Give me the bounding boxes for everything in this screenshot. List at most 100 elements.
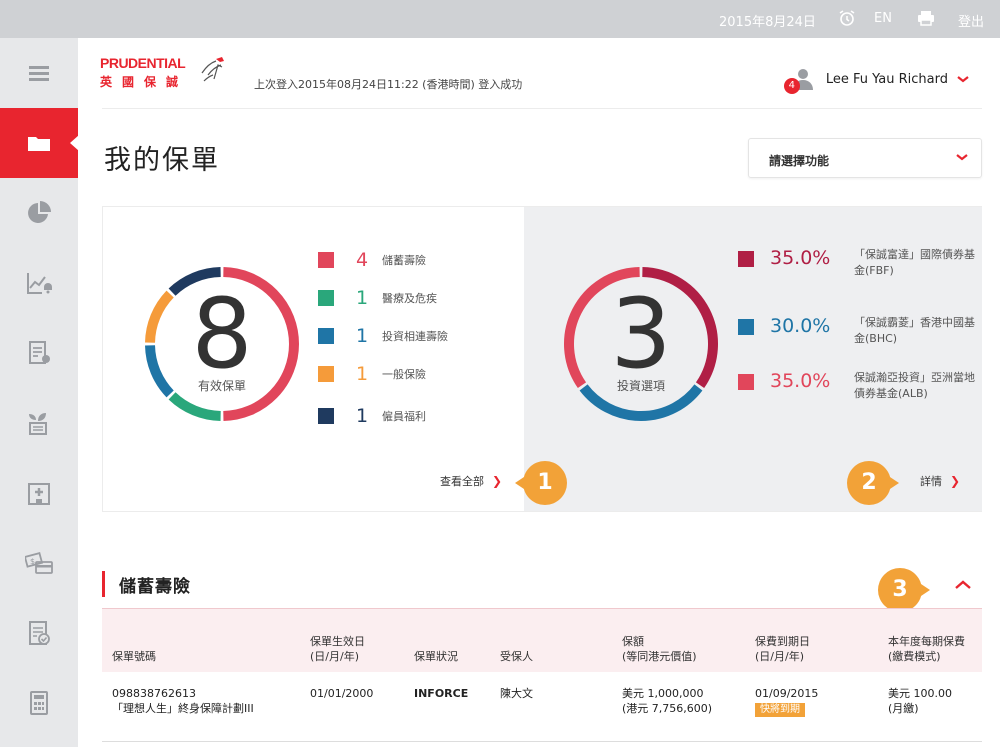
- summary-panel: 8 有效保單 4 儲蓄壽險 1 醫療及危疾 1 投資相連壽險 1 一般保險 1 …: [102, 206, 982, 512]
- policy-segment-1: [168, 392, 221, 421]
- callout-number: 1: [523, 461, 567, 505]
- th-insured: 受保人: [500, 650, 533, 663]
- legend-label: 一般保險: [382, 368, 426, 381]
- header-divider: [102, 108, 982, 109]
- brand-name-cn: 英國保誠: [100, 75, 189, 89]
- sidebar-item-medical[interactable]: [0, 458, 78, 528]
- legend-item-savings[interactable]: 4 儲蓄壽險: [318, 249, 426, 271]
- legend-item-employee[interactable]: 1 僱員福利: [318, 405, 426, 427]
- legend-count: 4: [356, 249, 369, 271]
- chevron-up-icon[interactable]: [954, 578, 972, 590]
- legend-label: 僱員福利: [382, 410, 426, 423]
- top-bar: 2015年8月24日 EN 登出: [0, 0, 1000, 38]
- legend-label: 投資相連壽險: [382, 330, 448, 343]
- legend-item-general[interactable]: 1 一般保險: [318, 363, 426, 385]
- cell-policy: 098838762613 「理想人生」終身保障計劃III: [112, 686, 254, 716]
- investment-total: 3: [610, 278, 672, 390]
- sidebar-item-alerts[interactable]: [0, 248, 78, 318]
- view-all-link[interactable]: 查看全部 ❯: [440, 473, 502, 489]
- cell-sum-insured: 美元 1,000,000 (港元 7,756,600): [622, 687, 713, 715]
- legend-count: 1: [356, 287, 369, 309]
- fund-item-bhc[interactable]: 30.0% 「保誠霸菱」香港中國基金(BHC): [738, 315, 978, 347]
- section-header: 儲蓄壽險: [102, 570, 191, 598]
- fund-swatch: [738, 374, 754, 390]
- sidebar: $: [0, 38, 79, 747]
- prudential-logo[interactable]: PRUDENTIAL 英國保誠: [100, 55, 230, 95]
- alarm-clock-icon[interactable]: [838, 9, 856, 31]
- chevron-down-icon: [956, 154, 968, 161]
- plant-doc-icon: [29, 413, 47, 435]
- plan-name: 「理想人生」終身保障計劃III: [112, 702, 254, 715]
- user-menu[interactable]: 4 Lee Fu Yau Richard: [783, 64, 970, 94]
- policy-number: 098838762613: [112, 687, 196, 700]
- function-select[interactable]: 請選擇功能: [748, 138, 982, 178]
- fund-item-fbf[interactable]: 35.0% 「保誠富達」國際債券基金(FBF): [738, 247, 978, 279]
- legend-item-medical[interactable]: 1 醫療及危疾: [318, 287, 437, 309]
- hospital-icon: [28, 483, 50, 505]
- th-sum-insured: 保額 (等同港元價值): [622, 635, 697, 663]
- function-select-value: 請選擇功能: [769, 154, 830, 168]
- investment-donut: 3 投資選項: [562, 265, 720, 423]
- chevron-right-icon: ❯: [950, 474, 961, 488]
- section-accent-bar: [102, 571, 105, 597]
- policy-donut: 8 有效保單: [143, 265, 301, 423]
- sidebar-item-portfolio[interactable]: [0, 178, 78, 248]
- policy-total-label: 有效保單: [197, 379, 246, 393]
- sidebar-item-claims[interactable]: [0, 598, 78, 668]
- details-link[interactable]: 詳情 ❯: [920, 473, 960, 489]
- investment-summary: 3 投資選項 35.0% 「保誠富達」國際債券基金(FBF) 30.0% 「保誠…: [524, 207, 982, 511]
- cell-due-date: 01/09/2015 快將到期: [755, 687, 819, 717]
- svg-text:$: $: [30, 557, 35, 566]
- last-login-text: 上次登入2015年08月24日11:22 (香港時間) 登入成功: [254, 78, 523, 91]
- cell-insured: 陳大文: [500, 687, 533, 700]
- language-toggle[interactable]: EN: [874, 11, 892, 26]
- due-soon-badge: 快將到期: [755, 703, 805, 717]
- callout-3: 3: [878, 568, 930, 612]
- sidebar-item-investment[interactable]: [0, 388, 78, 458]
- legend-swatch: [318, 290, 334, 306]
- prudence-logo-icon: [201, 57, 224, 82]
- th-due-date: 保費到期日 (日/月/年): [755, 635, 810, 663]
- line-chart-bell-icon: [27, 273, 52, 294]
- fund-swatch: [738, 251, 754, 267]
- section-title: 儲蓄壽險: [119, 576, 191, 597]
- pie-chart-icon: [28, 201, 51, 223]
- folder-icon: [28, 137, 50, 151]
- sidebar-item-calculator[interactable]: [0, 668, 78, 738]
- printer-icon[interactable]: [917, 10, 935, 30]
- investment-total-label: 投資選項: [616, 379, 665, 393]
- cell-effective-date: 01/01/2000: [310, 687, 374, 700]
- checklist-doc-icon: [29, 621, 50, 645]
- details-label: 詳情: [920, 475, 942, 488]
- logout-link[interactable]: 登出: [958, 11, 984, 30]
- sidebar-item-menu[interactable]: [0, 38, 78, 108]
- notification-badge: 4: [783, 78, 800, 94]
- callout-number: 3: [878, 568, 922, 612]
- fund-name: 「保誠富達」國際債券基金(FBF): [854, 248, 975, 277]
- fund-item-alb[interactable]: 35.0% 保誠瀚亞投資」亞洲當地債券基金(ALB): [738, 370, 978, 402]
- cell-premium: 美元 100.00 (月繳): [888, 687, 952, 715]
- table-row[interactable]: 098838762613 「理想人生」終身保障計劃III 01/01/2000 …: [102, 672, 982, 742]
- legend-count: 1: [356, 405, 369, 427]
- fund-name: 「保誠霸菱」香港中國基金(BHC): [854, 316, 975, 345]
- legend-item-investment-linked[interactable]: 1 投資相連壽險: [318, 325, 448, 347]
- fund-swatch: [738, 319, 754, 335]
- page-title: 我的保單: [104, 145, 220, 176]
- th-status: 保單狀況: [414, 650, 458, 663]
- policy-table: 保單號碼 保單生效日 (日/月/年) 保單狀況 受保人 保額 (等同港元價值) …: [102, 608, 982, 742]
- legend-label: 醫療及危疾: [382, 292, 437, 305]
- legend-swatch: [318, 252, 334, 268]
- policy-total: 8: [191, 278, 253, 390]
- cell-status: INFORCE: [414, 687, 469, 700]
- policy-summary: 8 有效保單 4 儲蓄壽險 1 醫療及危疾 1 投資相連壽險 1 一般保險 1 …: [103, 207, 524, 511]
- sidebar-item-payments[interactable]: $: [0, 528, 78, 598]
- avatar: 4: [783, 66, 814, 94]
- legend-swatch: [318, 408, 334, 424]
- legend-swatch: [318, 328, 334, 344]
- sidebar-item-certificates[interactable]: [0, 318, 78, 388]
- main-content: PRUDENTIAL 英國保誠 上次登入2015年08月24日11:22 (香港…: [78, 38, 1000, 747]
- user-name: Lee Fu Yau Richard: [825, 71, 948, 87]
- certificate-doc-icon: [29, 341, 50, 364]
- sidebar-item-policies[interactable]: [0, 108, 79, 178]
- callout-2: 2: [847, 461, 899, 505]
